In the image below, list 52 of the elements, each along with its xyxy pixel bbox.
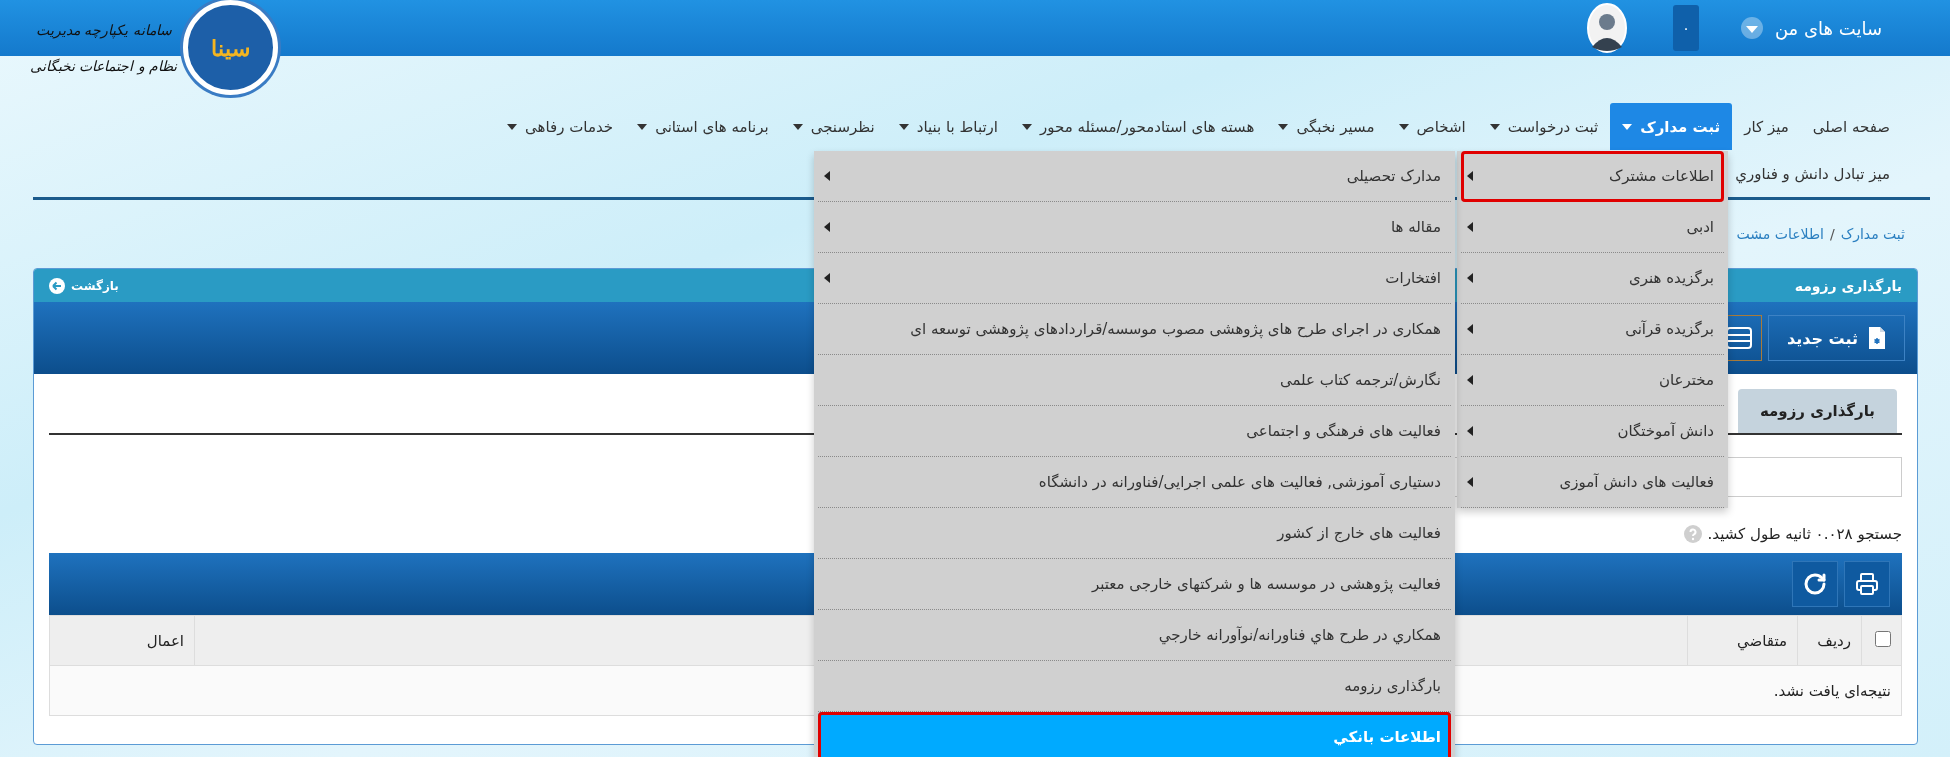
print-icon <box>1855 572 1879 596</box>
nav-item[interactable]: ارتباط با بنیاد <box>886 103 1011 150</box>
notification-count[interactable]: ۰ <box>1672 5 1699 51</box>
nav-item[interactable]: نظرسنجی <box>780 103 887 150</box>
menu-item[interactable]: مدارک تحصیلی <box>818 151 1451 202</box>
menu-item[interactable]: نگارش/ترجمه کتاب علمی <box>818 355 1451 406</box>
nav-item[interactable]: صفحه اصلی <box>1800 103 1902 150</box>
menu-item[interactable]: برگزیده هنری <box>1461 253 1724 304</box>
column-header: اعمال <box>49 615 195 666</box>
breadcrumb-link[interactable]: ثبت مدارک <box>1840 226 1905 242</box>
panel-title: بارگذاری رزومه <box>1794 277 1902 294</box>
file-icon <box>1868 326 1886 350</box>
nav-item[interactable]: برنامه های استانی <box>625 103 781 150</box>
refresh-button[interactable] <box>1792 561 1838 607</box>
select-all-checkbox[interactable] <box>1875 630 1891 647</box>
menu-item[interactable]: همكاري در طرح هاي فناورانه/نوآورانه خارجي <box>818 610 1451 661</box>
my-sites-menu[interactable]: سایت های من <box>1740 17 1882 39</box>
menu-item[interactable]: ادبی <box>1461 202 1724 253</box>
nav-item[interactable]: اشخاص <box>1386 103 1478 150</box>
search-time-text: جستجو ۰.۰۲۸ ثانیه طول کشید. <box>1707 525 1902 543</box>
menu-item[interactable]: دانش آموختگان <box>1461 406 1724 457</box>
dropdown-icon <box>1740 17 1763 39</box>
menu-item[interactable]: فعالیت پژوهشی در موسسه ها و شرکتهای خارجی معتبر <box>818 559 1451 610</box>
refresh-icon <box>1803 572 1827 596</box>
list-icon <box>1725 327 1752 349</box>
menu-item[interactable]: فعالیت های فرهنگی و اجتماعی <box>818 406 1451 457</box>
print-button[interactable] <box>1844 561 1890 607</box>
nav-item[interactable]: ثبت مدارک <box>1610 103 1733 150</box>
menu-item[interactable]: برگزیده قرآنی <box>1461 304 1724 355</box>
menu-item[interactable]: افتخارات <box>818 253 1451 304</box>
column-header: متقاضي <box>1687 615 1798 666</box>
column-header: ردیف <box>1797 615 1862 666</box>
breadcrumb-link[interactable]: اطلاعات مشت <box>1736 226 1824 242</box>
nav-item[interactable]: مسیر نخبگی <box>1266 103 1387 150</box>
avatar[interactable] <box>1586 3 1627 53</box>
menu-item[interactable]: فعالیت های خارج از کشور <box>818 508 1451 559</box>
nav-item[interactable]: ثبت درخواست <box>1477 103 1611 150</box>
menu-item[interactable]: فعالیت های دانش آموزی <box>1461 457 1724 508</box>
menu-item[interactable]: مخترعان <box>1461 355 1724 406</box>
nav-item[interactable]: میز کار <box>1732 103 1801 150</box>
tab[interactable]: بارگذاری رزومه <box>1738 389 1897 433</box>
breadcrumb-separator: / <box>1829 226 1835 242</box>
nav-item[interactable]: هسته های استادمحور/مسئله محور <box>1010 103 1267 150</box>
menu-item[interactable]: مقاله ها <box>818 202 1451 253</box>
new-record-button[interactable]: ثبت جدید <box>1767 315 1905 361</box>
logo-badge: سینا <box>183 0 279 95</box>
menu-item[interactable]: دستیاری آموزشی, فعالیت های علمی اجرایی/فناورانه در دانشگاه <box>818 457 1451 508</box>
menu-item[interactable]: همکاری در اجرای طرح های پژوهشی مصوب موسسه/قراردادهای پژوهشی توسعه ای <box>818 304 1451 355</box>
nav-item[interactable]: خدمات رفاهی <box>495 103 626 150</box>
logo-title: نظام و اجتماعات نخبگانی <box>30 57 178 74</box>
menu-item[interactable]: اطلاعات مشترک <box>1461 151 1724 202</box>
logo-title: سامانه یکپارچه مدیریت <box>35 21 172 38</box>
